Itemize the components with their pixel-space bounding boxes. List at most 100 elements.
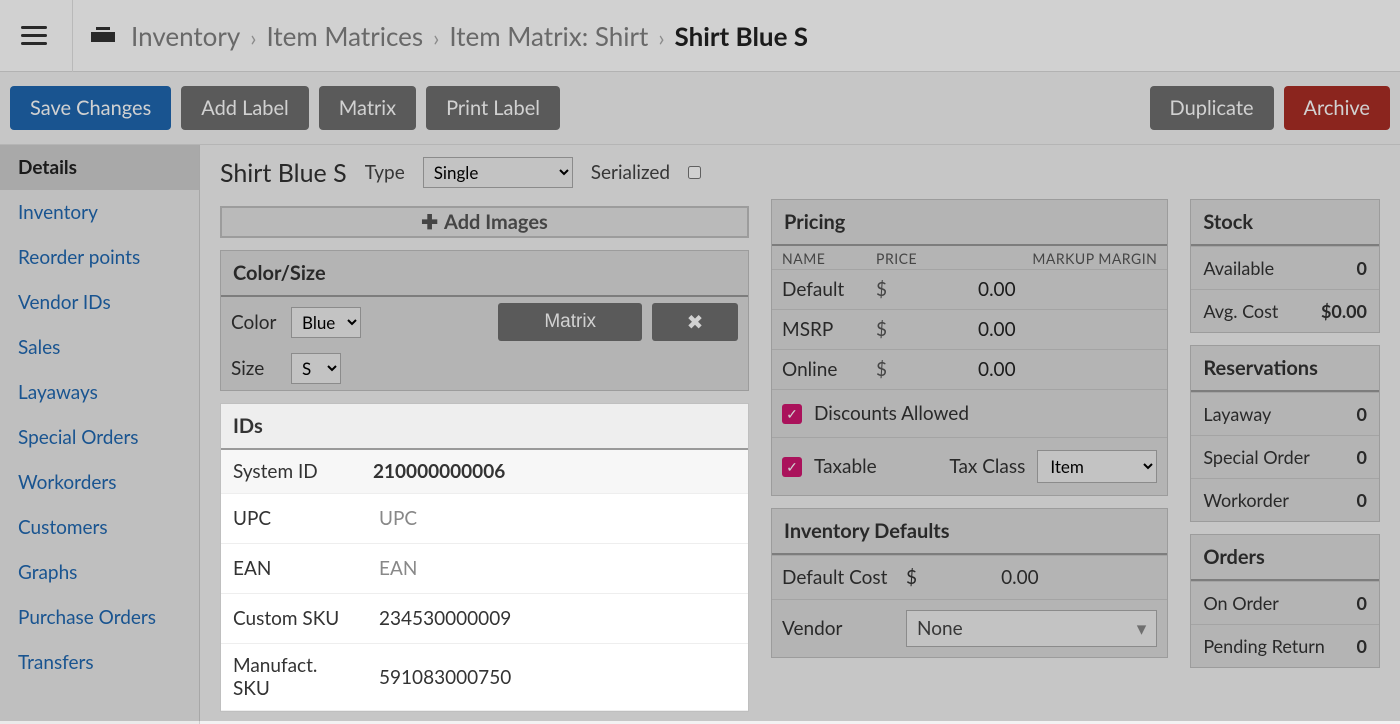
default-cost-value[interactable]: 0.00 (931, 566, 1039, 589)
matrix-button[interactable]: Matrix (319, 86, 416, 130)
order-value: 0 (1357, 635, 1367, 657)
col-price: PRICE (876, 250, 1016, 267)
sidebar-item-sales[interactable]: Sales (0, 325, 199, 370)
sidebar-item-details[interactable]: Details (0, 145, 199, 190)
add-images-label: Add Images (444, 210, 548, 234)
price-row: Online$0.00 (772, 349, 1167, 389)
reservation-label: Special Order (1203, 446, 1309, 468)
inventory-defaults-header: Inventory Defaults (772, 509, 1167, 555)
taxable-checkbox[interactable]: ✓ (782, 457, 802, 477)
serialized-label: Serialized (591, 161, 670, 184)
sidebar-item-workorders[interactable]: Workorders (0, 460, 199, 505)
pricing-header: Pricing (772, 200, 1167, 246)
avg-cost-label: Avg. Cost (1203, 300, 1278, 322)
color-matrix-button[interactable]: Matrix (498, 303, 642, 341)
reservations-panel: Reservations Layaway0Special Order0Worko… (1190, 345, 1380, 522)
manufact-sku-input[interactable] (373, 663, 736, 692)
reservation-row: Workorder0 (1191, 478, 1379, 521)
stock-panel: Stock Available 0 Avg. Cost $0.00 (1190, 199, 1380, 333)
menu-icon[interactable] (14, 16, 54, 56)
save-button[interactable]: Save Changes (10, 86, 171, 130)
order-value: 0 (1357, 592, 1367, 614)
system-id-label: System ID (221, 450, 361, 494)
color-label: Color (231, 311, 281, 334)
breadcrumb-inventory[interactable]: Inventory (131, 20, 240, 52)
sidebar-item-graphs[interactable]: Graphs (0, 550, 199, 595)
col-markup: MARKUP (1032, 250, 1094, 267)
order-label: On Order (1203, 592, 1278, 614)
sidebar-item-layaways[interactable]: Layaways (0, 370, 199, 415)
size-label: Size (231, 357, 281, 380)
serialized-checkbox[interactable] (688, 166, 701, 179)
action-bar: Save Changes Add Label Matrix Print Labe… (0, 72, 1400, 145)
breadcrumb-prefix: Item Matrix: (449, 20, 588, 52)
sidebar-item-customers[interactable]: Customers (0, 505, 199, 550)
custom-sku-label: Custom SKU (221, 594, 361, 644)
custom-sku-input[interactable] (373, 604, 736, 633)
orders-header: Orders (1191, 535, 1379, 581)
col-margin: MARGIN (1098, 250, 1157, 267)
avg-cost-value: $0.00 (1321, 300, 1367, 322)
size-select[interactable]: S (291, 353, 341, 384)
ean-label: EAN (221, 544, 361, 594)
sidebar-item-inventory[interactable]: Inventory (0, 190, 199, 235)
reservations-header: Reservations (1191, 346, 1379, 392)
vendor-select[interactable]: None ▾ (906, 610, 1157, 647)
add-images-button[interactable]: ✚ Add Images (220, 206, 749, 238)
duplicate-button[interactable]: Duplicate (1150, 86, 1274, 130)
divider (72, 0, 73, 72)
price-name: Default (782, 278, 876, 301)
ean-input[interactable] (373, 554, 736, 583)
reservation-label: Layaway (1203, 403, 1271, 425)
ids-panel: IDs System ID 210000000006 UPC EAN (220, 403, 749, 712)
reservation-value: 0 (1357, 489, 1367, 511)
ids-header: IDs (221, 404, 748, 450)
inventory-defaults-panel: Inventory Defaults Default Cost $ 0.00 V… (771, 508, 1168, 658)
currency-symbol: $ (876, 358, 902, 381)
sidebar-item-vendor-ids[interactable]: Vendor IDs (0, 280, 199, 325)
main-content: Shirt Blue S Type Single Serialized ✚ Ad… (200, 145, 1400, 724)
color-select[interactable]: Blue (291, 307, 361, 338)
breadcrumb-item-matrices[interactable]: Item Matrices (267, 20, 424, 52)
sidebar-item-purchase-orders[interactable]: Purchase Orders (0, 595, 199, 640)
discounts-checkbox[interactable]: ✓ (782, 404, 802, 424)
manufact-sku-label: Manufact. SKU (221, 644, 361, 711)
pricing-panel: Pricing NAME PRICE MARKUP MARGIN Default… (771, 199, 1168, 496)
breadcrumb-item-matrix[interactable]: Item Matrix: Shirt (449, 20, 648, 52)
type-select[interactable]: Single (423, 157, 573, 188)
sidebar: DetailsInventoryReorder pointsVendor IDs… (0, 145, 200, 724)
remove-variant-button[interactable]: ✖ (652, 303, 738, 341)
sidebar-item-transfers[interactable]: Transfers (0, 640, 199, 685)
price-name: Online (782, 358, 876, 381)
taxable-label: Taxable (814, 455, 877, 478)
print-label-button[interactable]: Print Label (426, 86, 560, 130)
price-value[interactable]: 0.00 (902, 318, 1157, 341)
price-name: MSRP (782, 318, 876, 341)
system-id-value: 210000000006 (361, 450, 748, 494)
item-title-bar: Shirt Blue S Type Single Serialized (220, 157, 749, 188)
module-icon (91, 27, 115, 45)
archive-button[interactable]: Archive (1284, 86, 1390, 130)
sidebar-item-special-orders[interactable]: Special Orders (0, 415, 199, 460)
color-size-panel: Color/Size Color Blue Matrix ✖ Size S (220, 250, 749, 391)
topbar: Inventory › Item Matrices › Item Matrix:… (0, 0, 1400, 72)
breadcrumb: Inventory › Item Matrices › Item Matrix:… (131, 20, 808, 52)
order-label: Pending Return (1203, 635, 1325, 657)
vendor-label: Vendor (782, 617, 892, 640)
upc-input[interactable] (373, 504, 736, 533)
color-size-header: Color/Size (221, 251, 748, 297)
vendor-value: None (917, 617, 963, 640)
col-name: NAME (782, 250, 876, 267)
sidebar-item-reorder-points[interactable]: Reorder points (0, 235, 199, 280)
reservation-value: 0 (1357, 403, 1367, 425)
chevron-right-icon: › (250, 24, 256, 51)
price-value[interactable]: 0.00 (902, 358, 1157, 381)
price-row: MSRP$0.00 (772, 309, 1167, 349)
tax-class-select[interactable]: Item (1037, 450, 1157, 483)
add-label-button[interactable]: Add Label (181, 86, 309, 130)
breadcrumb-current: Shirt Blue S (675, 20, 809, 52)
price-value[interactable]: 0.00 (902, 278, 1157, 301)
default-cost-label: Default Cost (782, 566, 892, 589)
orders-panel: Orders On Order 0 Pending Return 0 (1190, 534, 1380, 668)
chevron-right-icon: › (658, 24, 664, 51)
